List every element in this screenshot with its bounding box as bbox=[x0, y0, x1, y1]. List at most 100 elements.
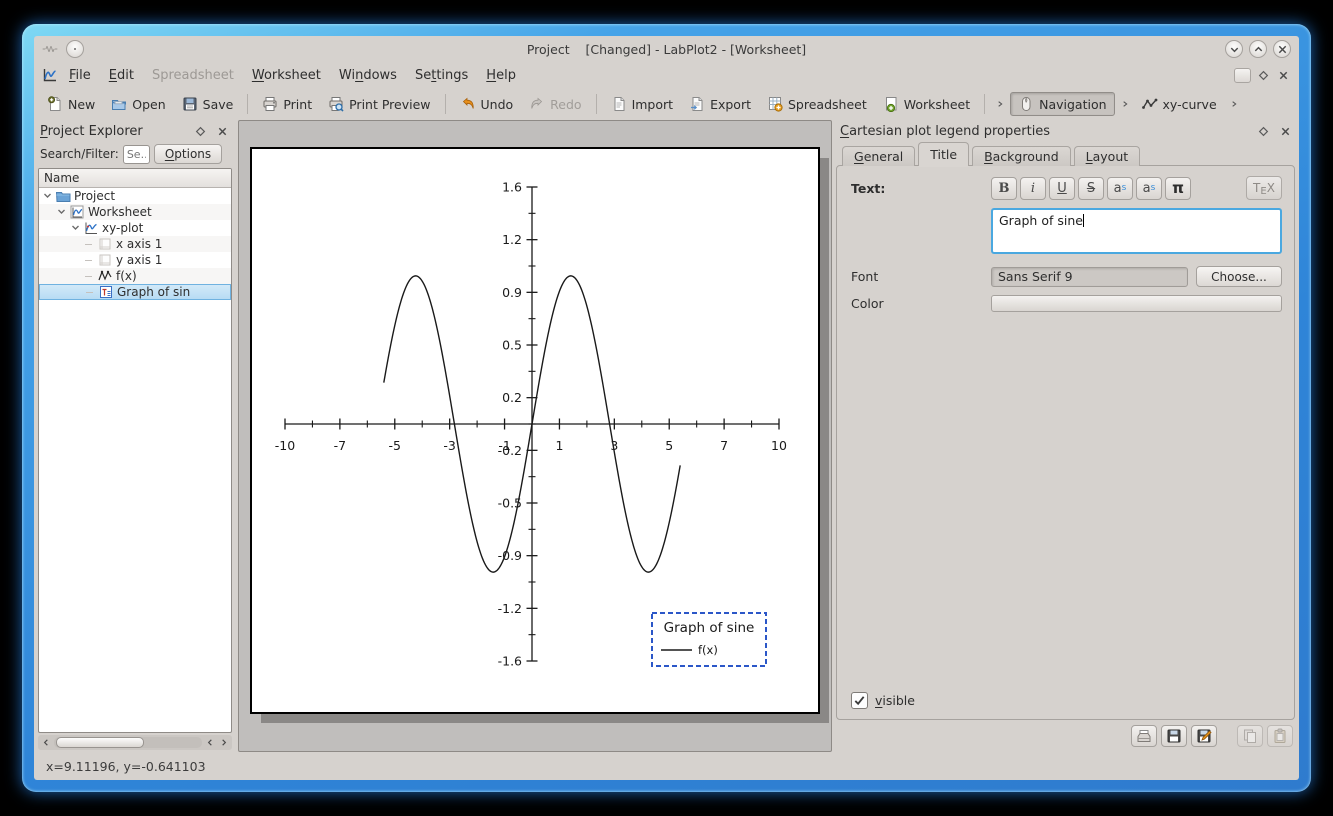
dock-float-icon[interactable] bbox=[192, 123, 208, 139]
branch-line bbox=[86, 285, 98, 299]
tab-background[interactable]: Background bbox=[972, 146, 1071, 166]
mdi-close-button[interactable] bbox=[1275, 68, 1291, 83]
legend-title-textarea[interactable]: Graph of sine bbox=[991, 208, 1282, 254]
window-title: Project [Changed] - LabPlot2 - [Workshee… bbox=[34, 42, 1299, 57]
worksheet-view[interactable]: -10-7-5-3-11357101.61.20.90.50.2-0.2-0.5… bbox=[238, 120, 832, 752]
curve-icon bbox=[97, 268, 113, 284]
worksheet-button[interactable]: Worksheet bbox=[876, 93, 977, 115]
labplot-logo-icon bbox=[42, 67, 58, 83]
load-template-button[interactable] bbox=[1131, 725, 1157, 747]
scroll-left2-icon[interactable] bbox=[204, 738, 216, 747]
titlebar[interactable]: Project [Changed] - LabPlot2 - [Workshee… bbox=[34, 36, 1299, 62]
labplot-window: Project [Changed] - LabPlot2 - [Workshee… bbox=[34, 36, 1299, 780]
menu-edit[interactable]: Edit bbox=[100, 66, 143, 85]
tab-general[interactable]: General bbox=[842, 146, 915, 166]
worksheet-page[interactable]: -10-7-5-3-11357101.61.20.90.50.2-0.2-0.5… bbox=[250, 147, 820, 714]
print-preview-icon bbox=[328, 96, 344, 112]
menubar: FileEditSpreadsheetWorksheetWindowsSetti… bbox=[34, 62, 1299, 88]
scroll-handle[interactable] bbox=[56, 737, 144, 748]
tree-item-y-axis-1[interactable]: y axis 1 bbox=[39, 252, 231, 268]
minimize-button[interactable] bbox=[1225, 40, 1243, 58]
subscript-button[interactable]: as bbox=[1136, 177, 1162, 200]
maximize-button[interactable] bbox=[1249, 40, 1267, 58]
save-button[interactable]: Save bbox=[175, 93, 241, 115]
toolbar-overflow-icon[interactable] bbox=[1117, 97, 1133, 112]
copy-icon bbox=[1242, 728, 1258, 744]
toolbar-overflow-icon[interactable] bbox=[1226, 97, 1242, 112]
xy-plot-canvas[interactable]: -10-7-5-3-11357101.61.20.90.50.2-0.2-0.5… bbox=[252, 149, 818, 712]
menu-windows[interactable]: Windows bbox=[330, 66, 406, 85]
print-button[interactable]: Print bbox=[255, 93, 319, 115]
properties-dock: Cartesian plot legend properties General… bbox=[836, 120, 1297, 752]
worksheet-icon bbox=[69, 204, 85, 220]
svg-text:-0.9: -0.9 bbox=[498, 548, 522, 563]
new-button[interactable]: New bbox=[40, 93, 102, 115]
tree-item-label: Project bbox=[74, 189, 115, 203]
symbol-pi-button[interactable]: π bbox=[1165, 177, 1191, 200]
tree-item-worksheet[interactable]: Worksheet bbox=[39, 204, 231, 220]
toolbar-separator bbox=[984, 94, 985, 114]
tree-item-xy-plot[interactable]: xy-plot bbox=[39, 220, 231, 236]
tab-layout[interactable]: Layout bbox=[1074, 146, 1141, 166]
search-input[interactable] bbox=[123, 145, 150, 164]
title-tab-content: Text: BiUSasasπTEX Graph of sine Font Sa… bbox=[836, 165, 1295, 720]
toolbar-overflow-icon[interactable] bbox=[992, 97, 1008, 112]
scroll-left-icon[interactable] bbox=[40, 738, 52, 747]
expander-icon[interactable] bbox=[57, 205, 69, 219]
close-button[interactable] bbox=[1273, 40, 1291, 58]
main-area: Project Explorer Search/Filter: Options … bbox=[34, 120, 1299, 752]
dock-close-icon[interactable] bbox=[214, 123, 230, 139]
expander-icon[interactable] bbox=[43, 189, 55, 203]
svg-text:7: 7 bbox=[720, 438, 728, 453]
tree-header-name[interactable]: Name bbox=[39, 169, 231, 188]
strikethrough-button[interactable]: S bbox=[1078, 177, 1104, 200]
export-button[interactable]: Export bbox=[682, 93, 758, 115]
italic-button[interactable]: i bbox=[1020, 177, 1046, 200]
print-preview-button[interactable]: Print Preview bbox=[321, 93, 437, 115]
mdi-restore-button[interactable] bbox=[1234, 68, 1251, 83]
menu-file[interactable]: File bbox=[60, 66, 100, 85]
visible-checkbox[interactable] bbox=[851, 692, 868, 709]
svg-text:1.2: 1.2 bbox=[502, 232, 522, 247]
tab-title[interactable]: Title bbox=[918, 142, 969, 166]
branch-line bbox=[85, 269, 97, 283]
open-button[interactable]: Open bbox=[104, 93, 172, 115]
floppy-icon bbox=[1166, 728, 1182, 744]
tree-item-project[interactable]: Project bbox=[39, 188, 231, 204]
navigation-button[interactable]: Navigation bbox=[1010, 92, 1114, 116]
tree-item-label: Graph of sin bbox=[117, 285, 190, 299]
superscript-button[interactable]: as bbox=[1107, 177, 1133, 200]
xy-curve-button[interactable]: xy-curve bbox=[1135, 93, 1224, 115]
svg-text:0.2: 0.2 bbox=[502, 390, 522, 405]
open-icon bbox=[111, 96, 127, 112]
text-label: Text: bbox=[851, 181, 991, 196]
save-template-button[interactable] bbox=[1161, 725, 1187, 747]
options-button[interactable]: Options bbox=[154, 144, 222, 164]
save-default-button[interactable] bbox=[1191, 725, 1217, 747]
scroll-right-icon[interactable] bbox=[218, 738, 230, 747]
tree-item-x-axis-1[interactable]: x axis 1 bbox=[39, 236, 231, 252]
svg-text:10: 10 bbox=[771, 438, 787, 453]
window-menu-button[interactable] bbox=[66, 40, 84, 58]
menu-worksheet[interactable]: Worksheet bbox=[243, 66, 330, 85]
svg-text:0.5: 0.5 bbox=[502, 338, 522, 353]
undo-button[interactable]: Undo bbox=[453, 93, 521, 115]
template-buttons-row bbox=[836, 720, 1297, 752]
tree-item-graph-of-sin[interactable]: Graph of sin bbox=[39, 284, 231, 300]
dock-float-icon[interactable] bbox=[1255, 123, 1271, 139]
dock-close-icon[interactable] bbox=[1277, 123, 1293, 139]
menu-settings[interactable]: Settings bbox=[406, 66, 477, 85]
undo-icon bbox=[460, 96, 476, 112]
underline-button[interactable]: U bbox=[1049, 177, 1075, 200]
tree-item-f-x-[interactable]: f(x) bbox=[39, 268, 231, 284]
color-swatch-button[interactable] bbox=[991, 295, 1282, 312]
horizontal-scrollbar[interactable] bbox=[38, 735, 232, 750]
import-button[interactable]: Import bbox=[604, 93, 681, 115]
bold-button[interactable]: B bbox=[991, 177, 1017, 200]
expander-icon[interactable] bbox=[71, 221, 83, 235]
spreadsheet-button[interactable]: Spreadsheet bbox=[760, 93, 874, 115]
tree-item-label: xy-plot bbox=[102, 221, 143, 235]
choose-font-button[interactable]: Choose... bbox=[1196, 266, 1282, 287]
menu-help[interactable]: Help bbox=[477, 66, 525, 85]
mdi-float-button[interactable] bbox=[1255, 68, 1271, 83]
